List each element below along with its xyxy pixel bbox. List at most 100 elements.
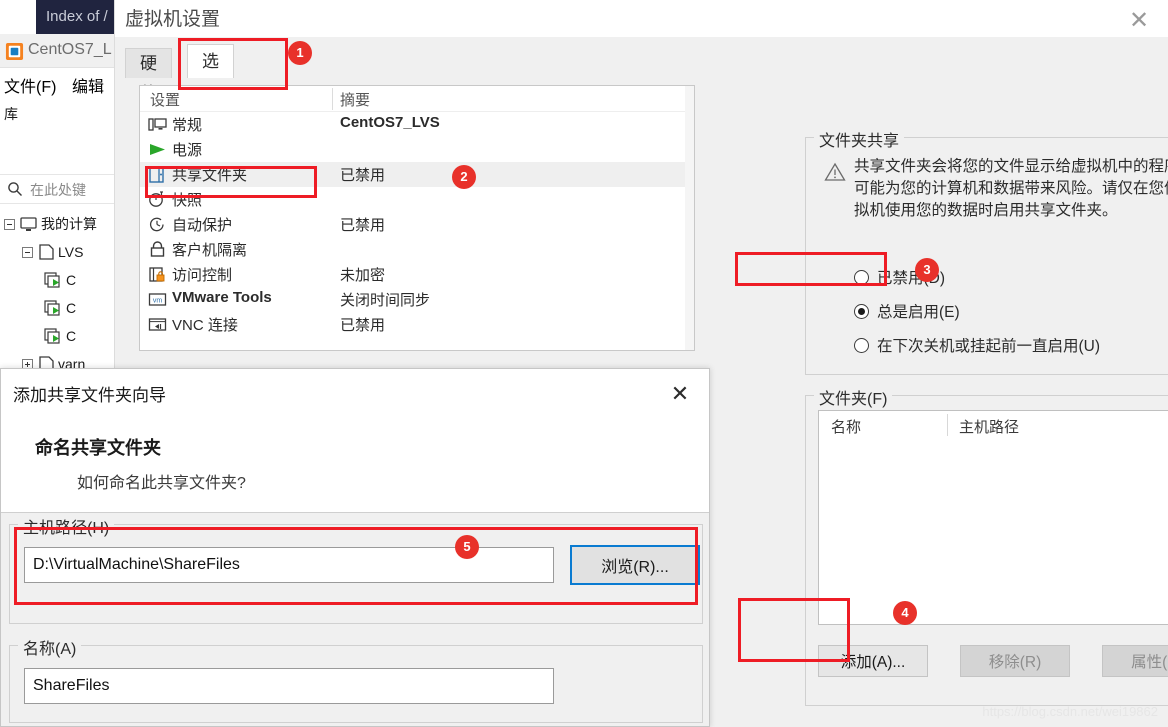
- svg-text:vm: vm: [153, 297, 163, 304]
- vm-icon: [44, 271, 60, 288]
- host-path-group: 主机路径(H) 浏览(R)...: [9, 514, 703, 624]
- settings-row-label: 常规: [172, 117, 203, 134]
- settings-row-guest-isolation[interactable]: 客户机隔离: [140, 237, 694, 262]
- column-header-name: 设置: [150, 92, 181, 109]
- expander-minus-icon[interactable]: [22, 246, 33, 258]
- settings-row-snapshot[interactable]: 快照: [140, 187, 694, 212]
- vm-settings-title: 虚拟机设置: [125, 9, 221, 30]
- annotation-badge-3: 3: [915, 258, 939, 282]
- settings-row-power[interactable]: 电源: [140, 137, 694, 162]
- vm-icon: [44, 299, 60, 316]
- library-header: 库: [0, 104, 122, 132]
- radio-label: 总是启用(E): [877, 304, 960, 321]
- settings-row-summary: 已禁用: [340, 317, 386, 334]
- tree-item-label: LVS: [58, 244, 84, 260]
- radio-label: 在下次关机或挂起前一直启用(U): [877, 338, 1101, 355]
- folders-group-title: 文件夹(F): [814, 385, 893, 409]
- wizard-subheading: 如何命名此共享文件夹?: [77, 475, 246, 492]
- settings-row-summary: 已禁用: [340, 167, 386, 184]
- tree-item-vm-1[interactable]: C: [0, 266, 122, 294]
- radio-until-shutdown[interactable]: 在下次关机或挂起前一直启用(U): [854, 334, 1100, 356]
- power-play-icon: [150, 144, 165, 155]
- column-header-summary: 摘要: [340, 92, 371, 109]
- add-folder-button[interactable]: 添加(A)...: [818, 645, 928, 677]
- settings-row-summary: 关闭时间同步: [340, 292, 431, 309]
- shared-folder-icon: [149, 166, 164, 183]
- watermark-text: https://blog.csdn.net/wei19862: [982, 704, 1158, 719]
- folder-name-group-title: 名称(A): [18, 635, 82, 659]
- folder-name-input[interactable]: [24, 668, 554, 704]
- settings-list[interactable]: 设置 摘要 常规 CentOS7_LVS 电源 共享文件夹 已禁用 快照 自动保…: [139, 85, 695, 351]
- browser-tab-title: Index of /: [36, 0, 122, 34]
- settings-row-summary: 已禁用: [340, 217, 386, 234]
- menu-item-file[interactable]: 文件(F): [4, 73, 56, 97]
- tree-item-mycomputer[interactable]: 我的计算: [0, 210, 122, 238]
- settings-row-autoprotect[interactable]: 自动保护 已禁用: [140, 212, 694, 237]
- host-path-group-title: 主机路径(H): [18, 514, 115, 538]
- browse-button[interactable]: 浏览(R)...: [570, 545, 700, 585]
- folders-table[interactable]: 名称 主机路径: [818, 410, 1168, 625]
- vmware-logo-icon: [5, 42, 24, 61]
- settings-row-summary: CentOS7_LVS: [340, 114, 440, 131]
- expander-minus-icon[interactable]: [4, 218, 15, 230]
- warning-triangle-icon: [824, 162, 846, 181]
- settings-list-header: 设置 摘要: [140, 86, 694, 112]
- close-icon[interactable]: ✕: [665, 381, 695, 407]
- remove-folder-button[interactable]: 移除(R): [960, 645, 1070, 677]
- vmware-tools-icon: vm: [148, 293, 167, 306]
- folder-sharing-group: 文件夹共享 共享文件夹会将您的文件显示给虚拟机中的程序。这可能为您的计算机和数据…: [805, 127, 1168, 375]
- folder-icon: [39, 244, 54, 260]
- vm-library-tree: 我的计算 LVS C C C varn: [0, 210, 122, 378]
- folders-column-name: 名称: [831, 419, 862, 436]
- library-search-placeholder: 在此处键: [30, 182, 86, 198]
- annotation-badge-2: 2: [452, 165, 476, 189]
- settings-row-general[interactable]: 常规 CentOS7_LVS: [140, 112, 694, 137]
- settings-list-scrollbar[interactable]: [685, 86, 694, 350]
- general-monitor-icon: [148, 118, 167, 131]
- tree-item-label: C: [66, 328, 77, 344]
- folder-sharing-group-title: 文件夹共享: [814, 127, 905, 151]
- settings-row-label: VNC 连接: [172, 317, 238, 334]
- tree-item-label: 我的计算: [41, 216, 97, 232]
- close-icon[interactable]: ✕: [1124, 6, 1154, 36]
- radio-circle-icon: [854, 270, 869, 285]
- column-divider: [947, 414, 948, 436]
- tree-item-vm-3[interactable]: C: [0, 322, 122, 350]
- search-icon: [8, 182, 22, 196]
- settings-row-label: 快照: [172, 192, 203, 209]
- settings-row-label: 客户机隔离: [172, 242, 248, 259]
- settings-row-shared-folders[interactable]: 共享文件夹 已禁用: [140, 162, 694, 187]
- tree-item-label: C: [66, 272, 77, 288]
- screenshot-root: Index of / CentOS7_L 文件(F) 编辑 库 在此处键 我的计…: [0, 0, 1168, 727]
- wizard-title: 添加共享文件夹向导: [13, 386, 166, 405]
- access-control-icon: [149, 267, 165, 282]
- folders-table-header: 名称 主机路径: [819, 411, 1168, 439]
- settings-row-label: VMware Tools: [172, 289, 272, 306]
- radio-always-enabled[interactable]: 总是启用(E): [854, 300, 960, 322]
- folder-properties-button[interactable]: 属性(P): [1102, 645, 1168, 677]
- settings-row-label: 访问控制: [172, 267, 233, 284]
- settings-row-summary: 未加密: [340, 267, 386, 284]
- wizard-heading: 命名共享文件夹: [35, 438, 161, 458]
- settings-row-vnc[interactable]: VNC 连接 已禁用: [140, 312, 694, 337]
- radio-circle-icon: [854, 338, 869, 353]
- tab-options[interactable]: 选项: [187, 44, 234, 105]
- settings-row-vmware-tools[interactable]: vm VMware Tools 关闭时间同步: [140, 287, 694, 312]
- annotation-badge-4: 4: [893, 601, 917, 625]
- lock-icon: [150, 241, 165, 257]
- folders-column-hostpath: 主机路径: [959, 419, 1020, 436]
- vm-icon: [44, 327, 60, 344]
- autoprotect-clock-icon: [149, 217, 164, 232]
- folders-group: 文件夹(F) 名称 主机路径 添加(A)... 移除(R) 属性(P): [805, 385, 1168, 706]
- folder-sharing-warning-text: 共享文件夹会将您的文件显示给虚拟机中的程序。这可能为您的计算机和数据带来风险。请…: [854, 158, 1168, 219]
- menu-item-edit[interactable]: 编辑: [72, 73, 104, 97]
- monitor-icon: [20, 216, 37, 231]
- column-divider: [332, 88, 333, 110]
- tree-item-vm-2[interactable]: C: [0, 294, 122, 322]
- tab-hardware[interactable]: 硬件: [125, 48, 172, 103]
- radio-circle-selected-icon: [854, 304, 869, 319]
- settings-row-label: 共享文件夹: [172, 167, 248, 184]
- settings-row-access-control[interactable]: 访问控制 未加密: [140, 262, 694, 287]
- settings-row-label: 电源: [172, 142, 203, 159]
- tree-item-lvs[interactable]: LVS: [0, 238, 122, 266]
